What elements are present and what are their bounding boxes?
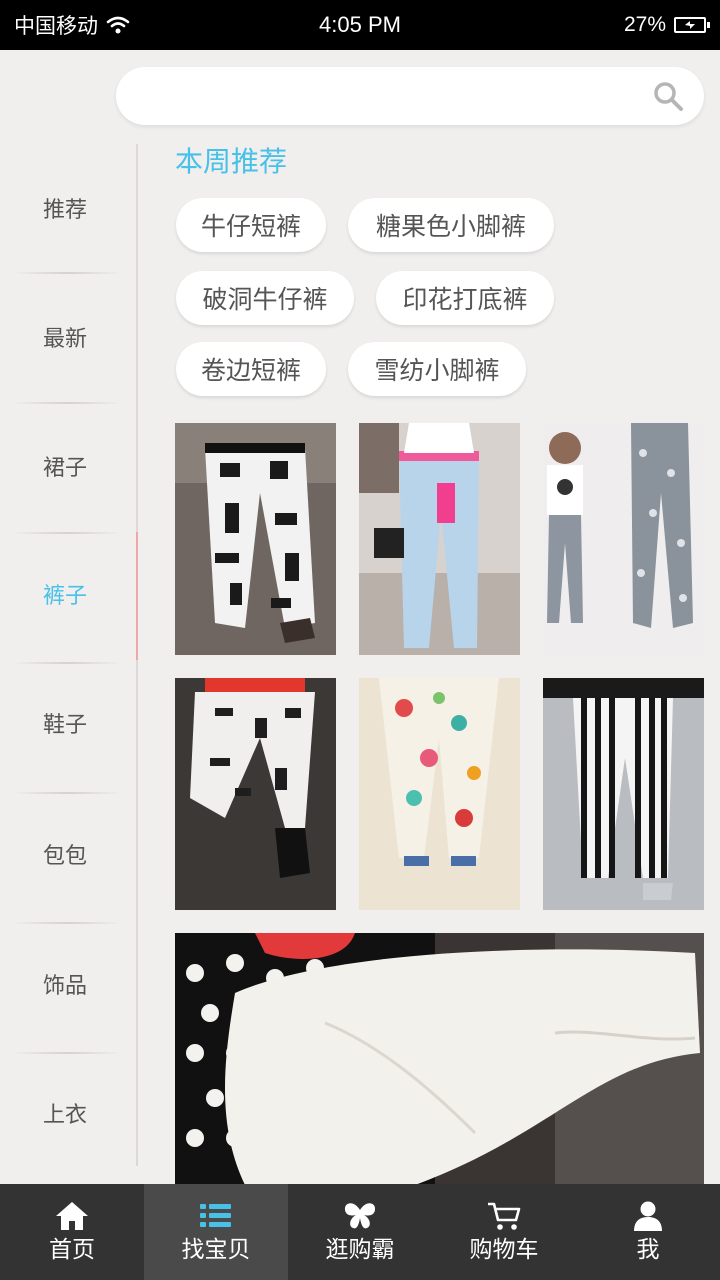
nav-cart[interactable]: 购物车	[432, 1184, 576, 1280]
nav-label: 首页	[49, 1237, 95, 1263]
tag-denim-shorts[interactable]: 牛仔短裤	[176, 198, 326, 252]
sidebar-item-label: 鞋子	[42, 713, 87, 738]
product-thumb-3[interactable]	[543, 423, 704, 655]
product-thumb-2[interactable]	[359, 423, 520, 655]
tag-candy-skinny[interactable]: 糖果色小脚裤	[348, 198, 554, 252]
status-bar: 中国移动 4:05 PM 27%	[0, 0, 720, 50]
sidebar-item-accessories[interactable]: 饰品	[0, 920, 130, 1048]
clock: 4:05 PM	[319, 12, 401, 37]
nav-home[interactable]: 首页	[0, 1184, 144, 1280]
search-icon[interactable]	[652, 80, 684, 112]
nav-explore[interactable]: 逛购霸	[288, 1184, 432, 1280]
tag-cuffed-shorts[interactable]: 卷边短裤	[176, 342, 326, 396]
tag-chiffon-skinny[interactable]: 雪纺小脚裤	[348, 342, 526, 396]
product-photo	[175, 423, 336, 655]
sidebar-item-recommend[interactable]: 推荐	[0, 144, 130, 272]
cart-icon	[488, 1202, 521, 1230]
product-photo	[175, 678, 336, 910]
product-thumb-6[interactable]	[543, 678, 704, 910]
product-thumb-4[interactable]	[175, 678, 336, 910]
nav-find[interactable]: 找宝贝	[144, 1184, 288, 1280]
banner-image[interactable]	[175, 933, 704, 1185]
tag-label: 牛仔短裤	[200, 212, 301, 241]
product-photo	[359, 678, 520, 910]
sidebar-item-bags[interactable]: 包包	[0, 790, 130, 918]
sidebar-item-label: 最新	[42, 327, 87, 352]
sidebar-item-label: 裤子	[42, 584, 87, 609]
sidebar-item-pants[interactable]: 裤子	[0, 530, 130, 658]
search-input[interactable]	[140, 67, 640, 125]
sidebar-item-shoes[interactable]: 鞋子	[0, 659, 130, 787]
butterfly-icon	[344, 1203, 376, 1229]
nav-me[interactable]: 我	[576, 1184, 720, 1280]
list-icon	[200, 1204, 231, 1227]
sidebar-item-label: 裙子	[42, 456, 87, 481]
product-photo	[359, 423, 520, 655]
product-photo	[543, 423, 704, 655]
product-thumb-5[interactable]	[359, 678, 520, 910]
nav-label: 找宝贝	[181, 1237, 251, 1263]
nav-label: 购物车	[469, 1237, 539, 1263]
sidebar-item-tops[interactable]: 上衣	[0, 1049, 130, 1177]
tag-label: 糖果色小脚裤	[375, 212, 526, 241]
tag-ripped-jeans[interactable]: 破洞牛仔裤	[176, 271, 354, 325]
search-bar[interactable]	[116, 67, 704, 125]
tag-label: 雪纺小脚裤	[374, 356, 500, 385]
nav-label: 我	[636, 1237, 660, 1263]
section-title: 本周推荐	[175, 145, 288, 178]
sidebar-item-label: 包包	[42, 844, 87, 869]
tag-label: 印花打底裤	[402, 285, 528, 314]
status-right: 27%	[623, 13, 710, 37]
tag-print-leggings[interactable]: 印花打底裤	[376, 271, 554, 325]
sidebar-item-skirts[interactable]: 裙子	[0, 402, 130, 530]
tag-label: 卷边短裤	[200, 356, 301, 385]
product-photo	[543, 678, 704, 910]
home-icon	[56, 1202, 88, 1230]
sidebar-active-marker	[136, 532, 138, 660]
sidebar-item-label: 饰品	[42, 974, 87, 999]
user-icon	[634, 1201, 662, 1231]
banner-photo	[175, 933, 704, 1185]
nav-label: 逛购霸	[325, 1237, 395, 1263]
tag-label: 破洞牛仔裤	[202, 285, 328, 314]
product-thumb-1[interactable]	[175, 423, 336, 655]
bottom-nav: 首页 找宝贝 逛购霸 购物车 我	[0, 1184, 720, 1280]
battery-percent: 27%	[623, 13, 666, 36]
battery-icon	[674, 17, 710, 33]
sidebar-item-newest[interactable]: 最新	[0, 273, 130, 401]
sidebar-item-label: 上衣	[42, 1103, 87, 1128]
sidebar-item-label: 推荐	[42, 198, 87, 223]
